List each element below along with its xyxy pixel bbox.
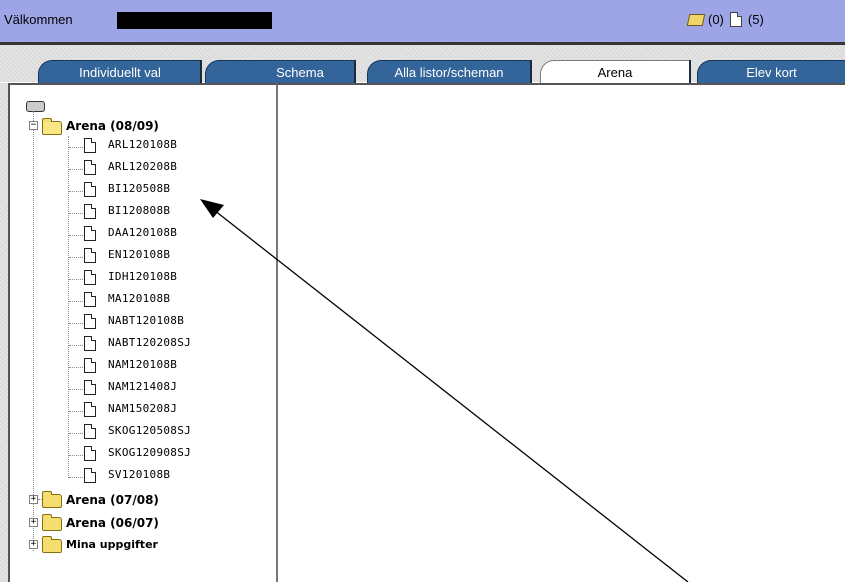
- tree-guide: [69, 455, 83, 456]
- folder-icon: [42, 491, 62, 508]
- file-label[interactable]: NAM121408J: [108, 380, 177, 393]
- folder-label[interactable]: Arena (07/08): [66, 493, 159, 507]
- tab-individuellt-val[interactable]: Individuellt val: [38, 60, 201, 83]
- left-padding: [0, 83, 8, 582]
- file-icon: [84, 182, 96, 197]
- mail-count[interactable]: (0): [708, 12, 724, 27]
- tree-guide: [69, 235, 83, 236]
- tree-guide: [69, 477, 83, 478]
- tab-alla-listor-scheman[interactable]: Alla listor/scheman: [367, 60, 530, 83]
- collapse-toggle[interactable]: −: [29, 121, 38, 130]
- tree-guide: [69, 411, 83, 412]
- file-label[interactable]: NAM120108B: [108, 358, 177, 371]
- header-status: (0) (5): [686, 12, 764, 27]
- file-label[interactable]: NABT120108B: [108, 314, 184, 327]
- folder-icon: [42, 514, 62, 531]
- tree-guide: [69, 191, 83, 192]
- tab-separator: [354, 60, 356, 83]
- open-folder-icon: [42, 118, 62, 135]
- tab-separator: [689, 60, 691, 83]
- file-label[interactable]: SKOG120508SJ: [108, 424, 191, 437]
- file-icon: [84, 468, 96, 483]
- tree-guide: [68, 136, 69, 478]
- file-label[interactable]: ARL120208B: [108, 160, 177, 173]
- expand-toggle[interactable]: +: [29, 495, 38, 504]
- folder-label[interactable]: Arena (08/09): [66, 119, 159, 133]
- header-bar: Välkommen (0) (5): [0, 0, 845, 42]
- file-label[interactable]: SKOG120908SJ: [108, 446, 191, 459]
- tree-guide: [69, 345, 83, 346]
- file-icon: [84, 160, 96, 175]
- file-label[interactable]: NABT120208SJ: [108, 336, 191, 349]
- mail-icon[interactable]: [686, 13, 706, 26]
- folder-label[interactable]: Arena (06/07): [66, 516, 159, 530]
- tree-guide: [69, 367, 83, 368]
- drive-icon[interactable]: [26, 101, 45, 112]
- tab-separator: [530, 60, 532, 83]
- tab-arena[interactable]: Arena: [540, 60, 689, 83]
- tree-guide: [69, 213, 83, 214]
- file-icon: [84, 248, 96, 263]
- tree-guide: [69, 323, 83, 324]
- folder-icon: [42, 536, 62, 553]
- welcome-text: Välkommen: [4, 12, 73, 27]
- file-label[interactable]: NAM150208J: [108, 402, 177, 415]
- tab-strip-border: [0, 42, 845, 45]
- redacted-username: [117, 12, 272, 29]
- file-label[interactable]: BI120808B: [108, 204, 170, 217]
- tab-label: Arena: [597, 65, 633, 80]
- file-label[interactable]: SV120108B: [108, 468, 170, 481]
- tab-schema[interactable]: Schema: [205, 60, 354, 83]
- file-icon: [84, 270, 96, 285]
- file-label[interactable]: ARL120108B: [108, 138, 177, 151]
- tab-label: Individuellt val: [79, 65, 161, 80]
- expand-toggle[interactable]: +: [29, 518, 38, 527]
- file-label[interactable]: MA120108B: [108, 292, 170, 305]
- tree-guide: [69, 389, 83, 390]
- file-icon: [84, 204, 96, 219]
- tab-separator: [200, 60, 202, 83]
- tree-guide: [69, 301, 83, 302]
- tree-guide: [69, 279, 83, 280]
- file-label[interactable]: BI120508B: [108, 182, 170, 195]
- content-panel: [276, 83, 845, 582]
- file-label[interactable]: EN120108B: [108, 248, 170, 261]
- tree-guide: [69, 433, 83, 434]
- tab-label: Elev kort: [746, 65, 797, 80]
- file-icon: [84, 402, 96, 417]
- tree-guide: [69, 257, 83, 258]
- tab-elev-kort[interactable]: Elev kort: [697, 60, 845, 83]
- document-count[interactable]: (5): [748, 12, 764, 27]
- expand-toggle[interactable]: +: [29, 540, 38, 549]
- file-icon: [84, 424, 96, 439]
- file-icon: [84, 226, 96, 241]
- file-icon: [84, 336, 96, 351]
- file-icon: [84, 138, 96, 153]
- file-icon: [84, 358, 96, 373]
- tab-label: Schema: [276, 65, 324, 80]
- file-icon: [84, 380, 96, 395]
- file-label[interactable]: IDH120108B: [108, 270, 177, 283]
- tree-guide: [33, 111, 34, 551]
- tree-guide: [69, 147, 83, 148]
- file-icon: [84, 314, 96, 329]
- tree-guide: [69, 169, 83, 170]
- tab-label: Alla listor/scheman: [394, 65, 504, 80]
- folder-label[interactable]: Mina uppgifter: [66, 538, 158, 551]
- file-icon: [84, 292, 96, 307]
- document-icon[interactable]: [729, 12, 742, 27]
- file-icon: [84, 446, 96, 461]
- file-label[interactable]: DAA120108B: [108, 226, 177, 239]
